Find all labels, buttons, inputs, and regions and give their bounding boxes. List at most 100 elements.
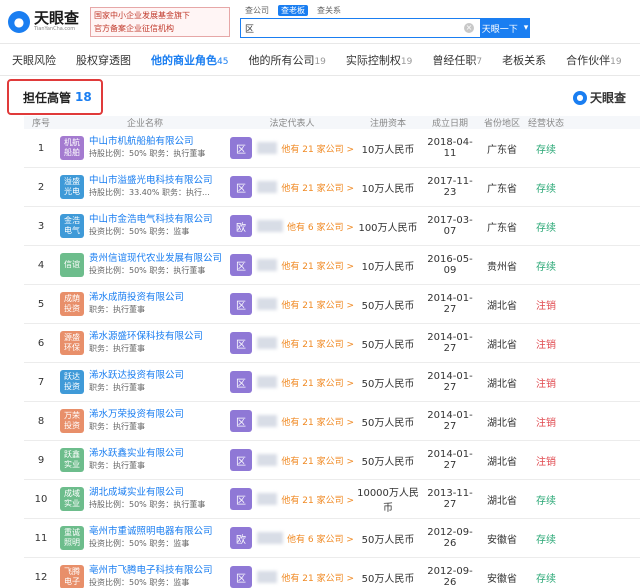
company-name-link[interactable]: 中山市机航船舶有限公司 (89, 136, 205, 148)
company-logo[interactable]: 成域实业 (60, 487, 84, 511)
company-name-link[interactable]: 浠水成荫投资有限公司 (89, 292, 184, 304)
legal-rep-cell: 区 他有 21 家公司 > (230, 293, 354, 315)
nav-tab-0[interactable]: 天眼风险 (12, 52, 56, 68)
established-date: 2012-09-26 (427, 566, 473, 588)
table-row: 2 溢盛光电 中山市溢盛光电科技有限公司 持股比例：33.40% 职务：执行... 区他… (24, 168, 640, 207)
company-name-link[interactable]: 亳州市飞腾电子科技有限公司 (89, 565, 213, 577)
company-logo[interactable]: 源盛环保 (60, 331, 84, 355)
company-name-link[interactable]: 浠水跃鑫实业有限公司 (89, 448, 184, 460)
search-tab-1[interactable]: 查老板 (278, 5, 308, 16)
rep-companies-link[interactable]: 他有 21 家公司 > (281, 181, 354, 194)
row-index: 3 (37, 220, 45, 232)
company-logo[interactable]: 溢盛光电 (60, 175, 84, 199)
avatar[interactable]: 区 (230, 371, 252, 393)
company-name-link[interactable]: 湖北成域实业有限公司 (89, 487, 205, 499)
rep-companies-link[interactable]: 他有 21 家公司 > (281, 376, 354, 389)
company-info: 中山市溢盛光电科技有限公司 持股比例：33.40% 职务：执行... (89, 175, 213, 199)
avatar[interactable]: 欧 (230, 527, 252, 549)
company-name-link[interactable]: 贵州信谊现代农业发展有限公司 (89, 253, 222, 265)
avatar[interactable]: 区 (230, 566, 252, 588)
company-logo[interactable]: 金浩电气 (60, 214, 84, 238)
company-name-link[interactable]: 中山市金浩电气科技有限公司 (89, 214, 213, 226)
table-row: 8 万荣投资 浠水万荣投资有限公司 职务：执行董事区他有 21 家公司 >50万人民币… (24, 402, 640, 441)
established-date: 2014-01-27 (427, 410, 473, 432)
company-role-info: 职务：执行董事 (89, 461, 145, 470)
province: 安徽省 (487, 534, 517, 546)
company-logo[interactable]: 信谊 (60, 253, 84, 277)
row-index: 6 (37, 337, 45, 349)
brand-watermark: ● 天眼查 (572, 89, 626, 106)
company-name-link[interactable]: 亳州市重诚照明电器有限公司 (89, 526, 213, 538)
nav-tab-5[interactable]: 曾经任职7 (432, 52, 482, 68)
company-name-link[interactable]: 浠水跃达投资有限公司 (89, 370, 184, 382)
eye-logo-icon: ● (572, 90, 587, 105)
company-name-link[interactable]: 浠水万荣投资有限公司 (89, 409, 184, 421)
site-logo[interactable]: ● 天眼查 TianYanCha.com (8, 10, 90, 33)
rep-companies-link[interactable]: 他有 21 家公司 > (281, 337, 354, 350)
status-badge: 存续 (536, 222, 556, 234)
company-name-link[interactable]: 浠水源盛环保科技有限公司 (89, 331, 203, 343)
legal-rep-cell: 区 他有 21 家公司 > (230, 449, 354, 471)
search-tab-0[interactable]: 查公司 (242, 5, 272, 16)
nav-tab-2[interactable]: 他的商业角色45 (151, 52, 228, 68)
company-logo[interactable]: 机航船舶 (60, 136, 84, 160)
company-info: 亳州市飞腾电子科技有限公司 投资比例：50% 职务：监事 (89, 565, 213, 588)
row-index: 12 (34, 571, 48, 583)
nav-tab-3[interactable]: 他的所有公司19 (248, 52, 325, 68)
rep-companies-link[interactable]: 他有 21 家公司 > (281, 415, 354, 428)
nav-tab-count: 19 (314, 56, 326, 67)
province: 广东省 (487, 222, 517, 234)
company-info: 贵州信谊现代农业发展有限公司 投资比例：50% 职务：执行董事 (89, 253, 222, 277)
established-date: 2014-01-27 (427, 332, 473, 354)
registered-capital: 10万人民币 (361, 261, 415, 273)
search-input[interactable] (240, 18, 480, 38)
blurred-rep-name (257, 376, 278, 388)
ad-banner[interactable]: 国家中小企业发展基金旗下 官方备案企业征信机构 (90, 6, 230, 37)
avatar[interactable]: 区 (230, 410, 252, 432)
company-logo[interactable]: 万荣投资 (60, 409, 84, 433)
row-index: 11 (34, 532, 48, 544)
avatar[interactable]: 区 (230, 449, 252, 471)
company-role-info: 职务：执行董事 (89, 383, 145, 392)
clear-search-icon[interactable]: × (464, 23, 474, 33)
rep-companies-link[interactable]: 他有 21 家公司 > (281, 493, 354, 506)
nav-tab-1[interactable]: 股权穿透图 (76, 52, 131, 68)
rep-companies-link[interactable]: 他有 21 家公司 > (281, 571, 354, 584)
section-header: 担任高管 18 ● 天眼查 (0, 76, 640, 118)
avatar[interactable]: 区 (230, 293, 252, 315)
rep-companies-link[interactable]: 他有 6 家公司 > (287, 532, 354, 545)
status-badge: 注销 (536, 378, 556, 390)
rep-companies-link[interactable]: 他有 21 家公司 > (281, 298, 354, 311)
avatar[interactable]: 区 (230, 332, 252, 354)
avatar[interactable]: 区 (230, 137, 252, 159)
avatar[interactable]: 欧 (230, 215, 252, 237)
nav-tab-label: 天眼风险 (12, 53, 56, 67)
rep-companies-link[interactable]: 他有 21 家公司 > (281, 142, 354, 155)
nav-tab-label: 曾经任职 (432, 53, 477, 67)
company-info: 中山市机航船舶有限公司 持股比例：50% 职务：执行董事 (89, 136, 205, 160)
search-button[interactable]: 天眼一下 ▾ (480, 18, 530, 38)
search-tab-2[interactable]: 查关系 (314, 5, 344, 16)
section-title: 担任高管 (23, 90, 72, 105)
avatar[interactable]: 区 (230, 176, 252, 198)
nav-tab-4[interactable]: 实际控制权19 (346, 52, 412, 68)
nav-tab-6[interactable]: 老板关系 (502, 52, 546, 68)
company-logo[interactable]: 飞腾电子 (60, 565, 84, 588)
company-logo[interactable]: 成荫投资 (60, 292, 84, 316)
logo-text: 天眼查 (34, 9, 80, 27)
rep-companies-link[interactable]: 他有 21 家公司 > (281, 259, 354, 272)
company-cell: 飞腾电子 亳州市飞腾电子科技有限公司 投资比例：50% 职务：监事 (58, 565, 230, 588)
rep-companies-link[interactable]: 他有 21 家公司 > (281, 454, 354, 467)
company-logo[interactable]: 重诚照明 (60, 526, 84, 550)
established-date: 2017-11-23 (427, 176, 473, 198)
rep-companies-link[interactable]: 他有 6 家公司 > (287, 220, 354, 233)
company-info: 湖北成域实业有限公司 持股比例：50% 职务：执行董事 (89, 487, 205, 511)
company-logo[interactable]: 跃达投资 (60, 370, 84, 394)
avatar[interactable]: 区 (230, 254, 252, 276)
company-name-link[interactable]: 中山市溢盛光电科技有限公司 (89, 175, 213, 187)
nav-tab-7[interactable]: 合作伙伴19 (566, 52, 621, 68)
nav-tab-count: 19 (610, 56, 622, 67)
avatar[interactable]: 区 (230, 488, 252, 510)
company-logo[interactable]: 跃鑫实业 (60, 448, 84, 472)
company-role-info: 投资比例：50% 职务：监事 (89, 539, 190, 548)
